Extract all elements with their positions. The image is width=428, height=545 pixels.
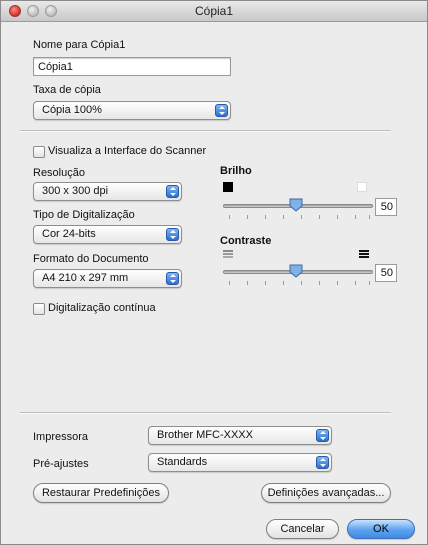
document-size-label: Formato do Documento <box>33 253 149 265</box>
resolution-select[interactable]: 300 x 300 dpi <box>33 182 182 201</box>
dialog-window: Cópia1 Nome para Cópia1 Cópia1 Taxa de c… <box>0 0 428 545</box>
continuous-scan-label: Digitalização contínua <box>48 302 156 314</box>
advanced-settings-button[interactable]: Definições avançadas... <box>261 483 391 503</box>
brightness-value-field[interactable]: 50 <box>375 198 397 216</box>
copy-rate-select[interactable]: Cópia 100% <box>33 101 231 120</box>
title-bar: Cópia1 <box>1 1 427 22</box>
light-square-icon <box>357 182 367 192</box>
select-arrows-icon <box>316 456 329 469</box>
brightness-slider-thumb[interactable] <box>289 198 303 212</box>
select-arrows-icon <box>166 228 179 241</box>
select-arrows-icon <box>215 104 228 117</box>
window-title: Cópia1 <box>194 4 234 18</box>
presets-value: Standards <box>157 456 208 468</box>
contrast-slider-thumb[interactable] <box>289 264 303 278</box>
scan-type-label: Tipo de Digitalização <box>33 209 135 221</box>
cancel-button[interactable]: Cancelar <box>266 519 339 539</box>
select-arrows-icon <box>316 429 329 442</box>
printer-label: Impressora <box>33 431 89 443</box>
presets-label: Pré-ajustes <box>33 458 89 470</box>
printer-value: Brother MFC-XXXX <box>157 429 253 441</box>
presets-select[interactable]: Standards <box>148 453 332 472</box>
separator-bottom <box>20 412 391 414</box>
brightness-label: Brilho <box>220 165 252 177</box>
high-contrast-icon <box>359 250 369 260</box>
dark-square-icon <box>223 182 233 192</box>
ok-button[interactable]: OK <box>347 519 415 539</box>
printer-select[interactable]: Brother MFC-XXXX <box>148 426 332 445</box>
select-arrows-icon <box>166 185 179 198</box>
scan-type-select[interactable]: Cor 24-bits <box>33 225 182 244</box>
copy-rate-value: Cópia 100% <box>42 104 102 116</box>
contrast-label: Contraste <box>220 235 272 247</box>
copy-rate-label: Taxa de cópia <box>33 84 101 96</box>
scan-type-value: Cor 24-bits <box>42 228 96 240</box>
resolution-label: Resolução <box>33 167 85 179</box>
copy-name-label: Nome para Cópia1 <box>33 39 126 51</box>
resolution-value: 300 x 300 dpi <box>42 185 109 197</box>
low-contrast-icon <box>223 250 233 260</box>
document-size-value: A4 210 x 297 mm <box>42 272 129 284</box>
restore-defaults-button[interactable]: Restaurar Predefinições <box>33 483 169 503</box>
copy-name-input[interactable]: Cópia1 <box>33 57 231 76</box>
select-arrows-icon <box>166 272 179 285</box>
scanner-interface-checkbox[interactable] <box>33 146 45 158</box>
continuous-scan-checkbox[interactable] <box>33 303 45 315</box>
contrast-value-field[interactable]: 50 <box>375 264 397 282</box>
separator-top <box>20 130 391 132</box>
document-size-select[interactable]: A4 210 x 297 mm <box>33 269 182 288</box>
scanner-interface-label: Visualiza a Interface do Scanner <box>48 145 207 157</box>
